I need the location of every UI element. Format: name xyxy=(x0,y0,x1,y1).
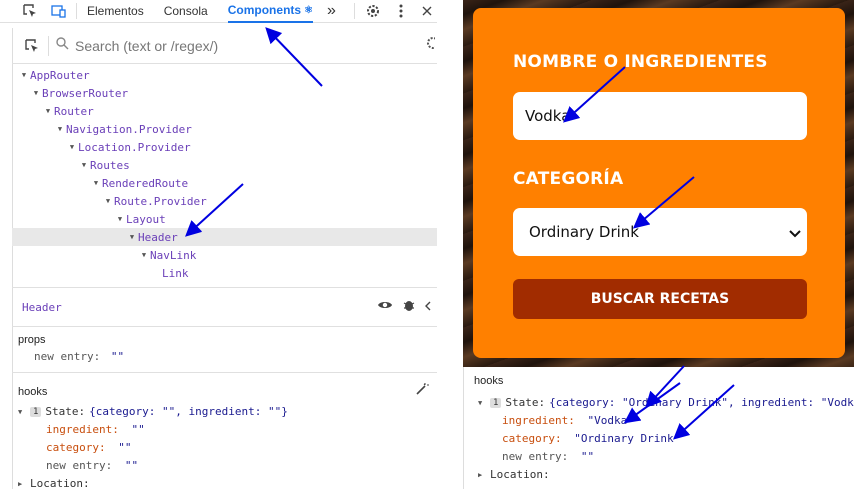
devtools-panel: Elementos Consola Components ⚛ » Search … xyxy=(0,0,437,489)
hook-category-row: category: "" xyxy=(46,441,132,454)
expand-triangle-icon: ▼ xyxy=(18,407,23,416)
bug-icon[interactable] xyxy=(403,298,415,317)
magic-wand-icon[interactable] xyxy=(415,382,429,401)
props-section: props new entry: "" xyxy=(18,334,124,363)
hook-index-badge: 1 xyxy=(30,406,42,417)
select-component-icon[interactable] xyxy=(22,36,42,56)
hooks-title-after: hooks xyxy=(474,375,504,387)
settings-gear-icon[interactable] xyxy=(363,1,383,21)
search-icon xyxy=(55,36,69,55)
devtools-tabbar: Elementos Consola Components ⚛ » xyxy=(0,0,437,23)
category-select-value: Ordinary Drink xyxy=(529,223,639,241)
search-input[interactable]: Search (text or /regex/) xyxy=(75,38,218,54)
kebab-menu-icon[interactable] xyxy=(391,1,411,21)
inspect-element-icon[interactable] xyxy=(20,1,40,21)
hooks-panel-after: hooks ▼ 1 State: {category: "Ordinary Dr… xyxy=(463,367,854,489)
category-label: CATEGORÍA xyxy=(513,169,624,189)
tree-node[interactable]: ▼ RenderedRoute xyxy=(12,174,437,192)
hook-new-entry-row-after: new entry: "" xyxy=(502,450,595,463)
chevron-down-icon xyxy=(789,225,801,243)
tree-node[interactable]: ▼ Router xyxy=(12,102,437,120)
component-search-bar: Search (text or /regex/) xyxy=(12,28,437,64)
tab-consola[interactable]: Consola xyxy=(164,0,208,23)
app-preview: NOMBRE O INGREDIENTES Vodka CATEGORÍA Or… xyxy=(463,0,854,367)
hook-location-row[interactable]: ▶ Location: xyxy=(18,477,437,489)
ingredient-label: NOMBRE O INGREDIENTES xyxy=(513,52,768,72)
search-recipes-button[interactable]: BUSCAR RECETAS xyxy=(513,279,807,319)
tree-node[interactable]: ▼ NavLink xyxy=(12,246,437,264)
search-form: NOMBRE O INGREDIENTES Vodka CATEGORÍA Or… xyxy=(473,8,845,358)
hook-location-row-after[interactable]: ▶ Location: xyxy=(478,468,550,481)
expand-triangle-right-icon: ▶ xyxy=(18,479,23,488)
react-icon: ⚛ xyxy=(304,4,314,16)
eye-icon[interactable] xyxy=(377,298,393,316)
hook-ingredient-row-after: ingredient: "Vodka" xyxy=(502,414,634,427)
hook-ingredient-row: ingredient: "" xyxy=(46,423,145,436)
tree-node[interactable]: Link xyxy=(12,264,437,282)
more-tabs-button[interactable]: » xyxy=(327,0,336,23)
ingredient-input[interactable]: Vodka xyxy=(513,92,807,140)
tree-node[interactable]: ▼ AppRouter xyxy=(12,66,437,84)
hook-new-entry-row: new entry: "" xyxy=(46,459,139,472)
tree-node[interactable]: ▼ BrowserRouter xyxy=(12,84,437,102)
hook-index-badge: 1 xyxy=(490,397,502,408)
inspected-component-header: Header xyxy=(12,287,437,327)
hook-category-row-after: category: "Ordinary Drink" xyxy=(502,432,681,445)
props-title: props xyxy=(18,334,46,346)
device-toolbar-icon[interactable] xyxy=(48,1,68,21)
tab-elementos[interactable]: Elementos xyxy=(87,0,144,23)
close-icon[interactable] xyxy=(417,1,437,21)
hooks-section: hooks ▼ 1 State: {category: "", ingredie… xyxy=(18,382,437,489)
tree-node[interactable]: ▼ Route.Provider xyxy=(12,192,437,210)
hook-state-row-after[interactable]: ▼ 1 State: {category: "Ordinary Drink", … xyxy=(478,396,854,409)
tree-node[interactable]: ▼ Layout xyxy=(12,210,437,228)
expand-triangle-icon: ▼ xyxy=(478,398,483,407)
section-divider xyxy=(12,372,437,373)
tab-components[interactable]: Components ⚛ xyxy=(227,0,314,23)
tree-node[interactable]: ▼ Routes xyxy=(12,156,437,174)
props-entry: new entry: "" xyxy=(34,350,125,363)
settings-gear-icon-small[interactable] xyxy=(423,36,437,55)
chevron-left-icon[interactable] xyxy=(425,298,431,316)
tree-node[interactable]: ▼ Location.Provider xyxy=(12,138,437,156)
category-select[interactable]: Ordinary Drink xyxy=(513,208,807,256)
tab-components-label: Components xyxy=(227,3,302,17)
component-tree: ▼ AppRouter ▼ BrowserRouter ▼ Router ▼ Navig… xyxy=(12,66,437,282)
hooks-title: hooks xyxy=(18,385,48,398)
expand-triangle-right-icon: ▶ xyxy=(478,470,483,479)
hook-state-row[interactable]: ▼ 1 State: {category: "", ingredient: ""… xyxy=(18,405,437,418)
inspected-component-name: Header xyxy=(22,300,62,314)
tree-node[interactable]: ▼ Navigation.Provider xyxy=(12,120,437,138)
tree-node-selected[interactable]: ▼ Header xyxy=(12,228,437,246)
